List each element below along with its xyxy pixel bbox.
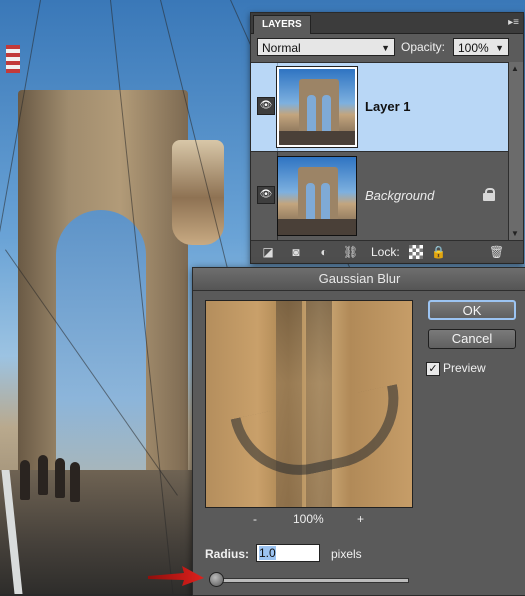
ok-button[interactable]: OK <box>428 300 516 320</box>
layers-toolbar: ◪ ◙ ◐ ⛓ Lock: 🔒 🗑 <box>251 240 523 263</box>
opacity-label: Opacity: <box>401 40 446 54</box>
pedestrian <box>55 458 65 498</box>
radius-slider-track[interactable] <box>215 578 409 583</box>
link-layers-icon[interactable]: ◪ <box>261 245 275 259</box>
scroll-down-icon[interactable]: ▼ <box>511 229 519 238</box>
dialog-title: Gaussian Blur <box>193 268 525 291</box>
add-mask-icon[interactable]: ◙ <box>289 245 303 259</box>
pedestrian <box>38 455 48 495</box>
radius-unit: pixels <box>331 547 362 561</box>
preview-checkbox[interactable]: ✓ <box>426 362 440 376</box>
scroll-up-icon[interactable]: ▲ <box>511 64 519 73</box>
layer-name: Background <box>365 188 435 203</box>
blend-mode-select[interactable]: Normal ▼ <box>257 38 395 56</box>
trash-icon[interactable]: 🗑 <box>489 245 504 259</box>
layers-scrollbar[interactable]: ▲ ▼ <box>508 62 523 240</box>
layer-name: Layer 1 <box>365 99 411 114</box>
lock-label: Lock: <box>371 245 400 259</box>
layers-tab-bar: LAYERS ▸≡ <box>251 13 523 34</box>
chevron-down-icon: ▼ <box>381 43 390 53</box>
eye-icon[interactable]: 👁 <box>257 97 275 115</box>
layer-thumbnail <box>277 156 357 236</box>
radius-slider-thumb[interactable] <box>209 572 224 587</box>
red-arrow-icon <box>148 566 204 586</box>
pedestrian <box>20 460 30 500</box>
radius-label: Radius: <box>205 547 250 561</box>
chevron-down-icon: ▼ <box>495 43 504 53</box>
zoom-in-button[interactable]: + <box>357 512 364 526</box>
cancel-button[interactable]: Cancel <box>428 329 516 349</box>
radius-input[interactable]: 1.0 <box>256 544 320 562</box>
lock-all-icon[interactable]: 🔒 <box>431 245 446 259</box>
layers-panel: LAYERS ▸≡ Normal ▼ Opacity: 100% ▼ 👁 Lay… <box>250 12 524 264</box>
radius-value: 1.0 <box>259 546 276 560</box>
preview-label: Preview <box>443 361 486 375</box>
layer-row-background[interactable]: 👁 Background <box>251 151 523 240</box>
opacity-value: 100% <box>458 41 489 55</box>
tab-layers[interactable]: LAYERS <box>253 15 311 34</box>
blur-preview[interactable] <box>205 300 413 508</box>
layer-options-row: Normal ▼ Opacity: 100% ▼ <box>251 34 523 62</box>
bridge-arch <box>56 210 146 480</box>
eye-icon[interactable]: 👁 <box>257 186 275 204</box>
lock-transparency-icon[interactable] <box>409 245 423 259</box>
opacity-field[interactable]: 100% ▼ <box>453 38 509 56</box>
lock-icon <box>483 188 495 201</box>
adjustment-layer-icon[interactable]: ◐ <box>317 245 331 259</box>
gaussian-blur-dialog: Gaussian Blur - 100% + OK Cancel ✓ Previ… <box>192 267 525 596</box>
layer-row-layer-1[interactable]: 👁 Layer 1 <box>251 62 523 151</box>
blend-mode-value: Normal <box>262 41 301 55</box>
panel-menu-icon[interactable]: ▸≡ <box>508 17 519 28</box>
link-icon[interactable]: ⛓ <box>343 245 358 259</box>
zoom-out-button[interactable]: - <box>253 512 257 526</box>
flag <box>6 45 20 73</box>
zoom-level: 100% <box>293 512 324 526</box>
layer-thumbnail <box>276 66 358 148</box>
pedestrian <box>70 462 80 502</box>
